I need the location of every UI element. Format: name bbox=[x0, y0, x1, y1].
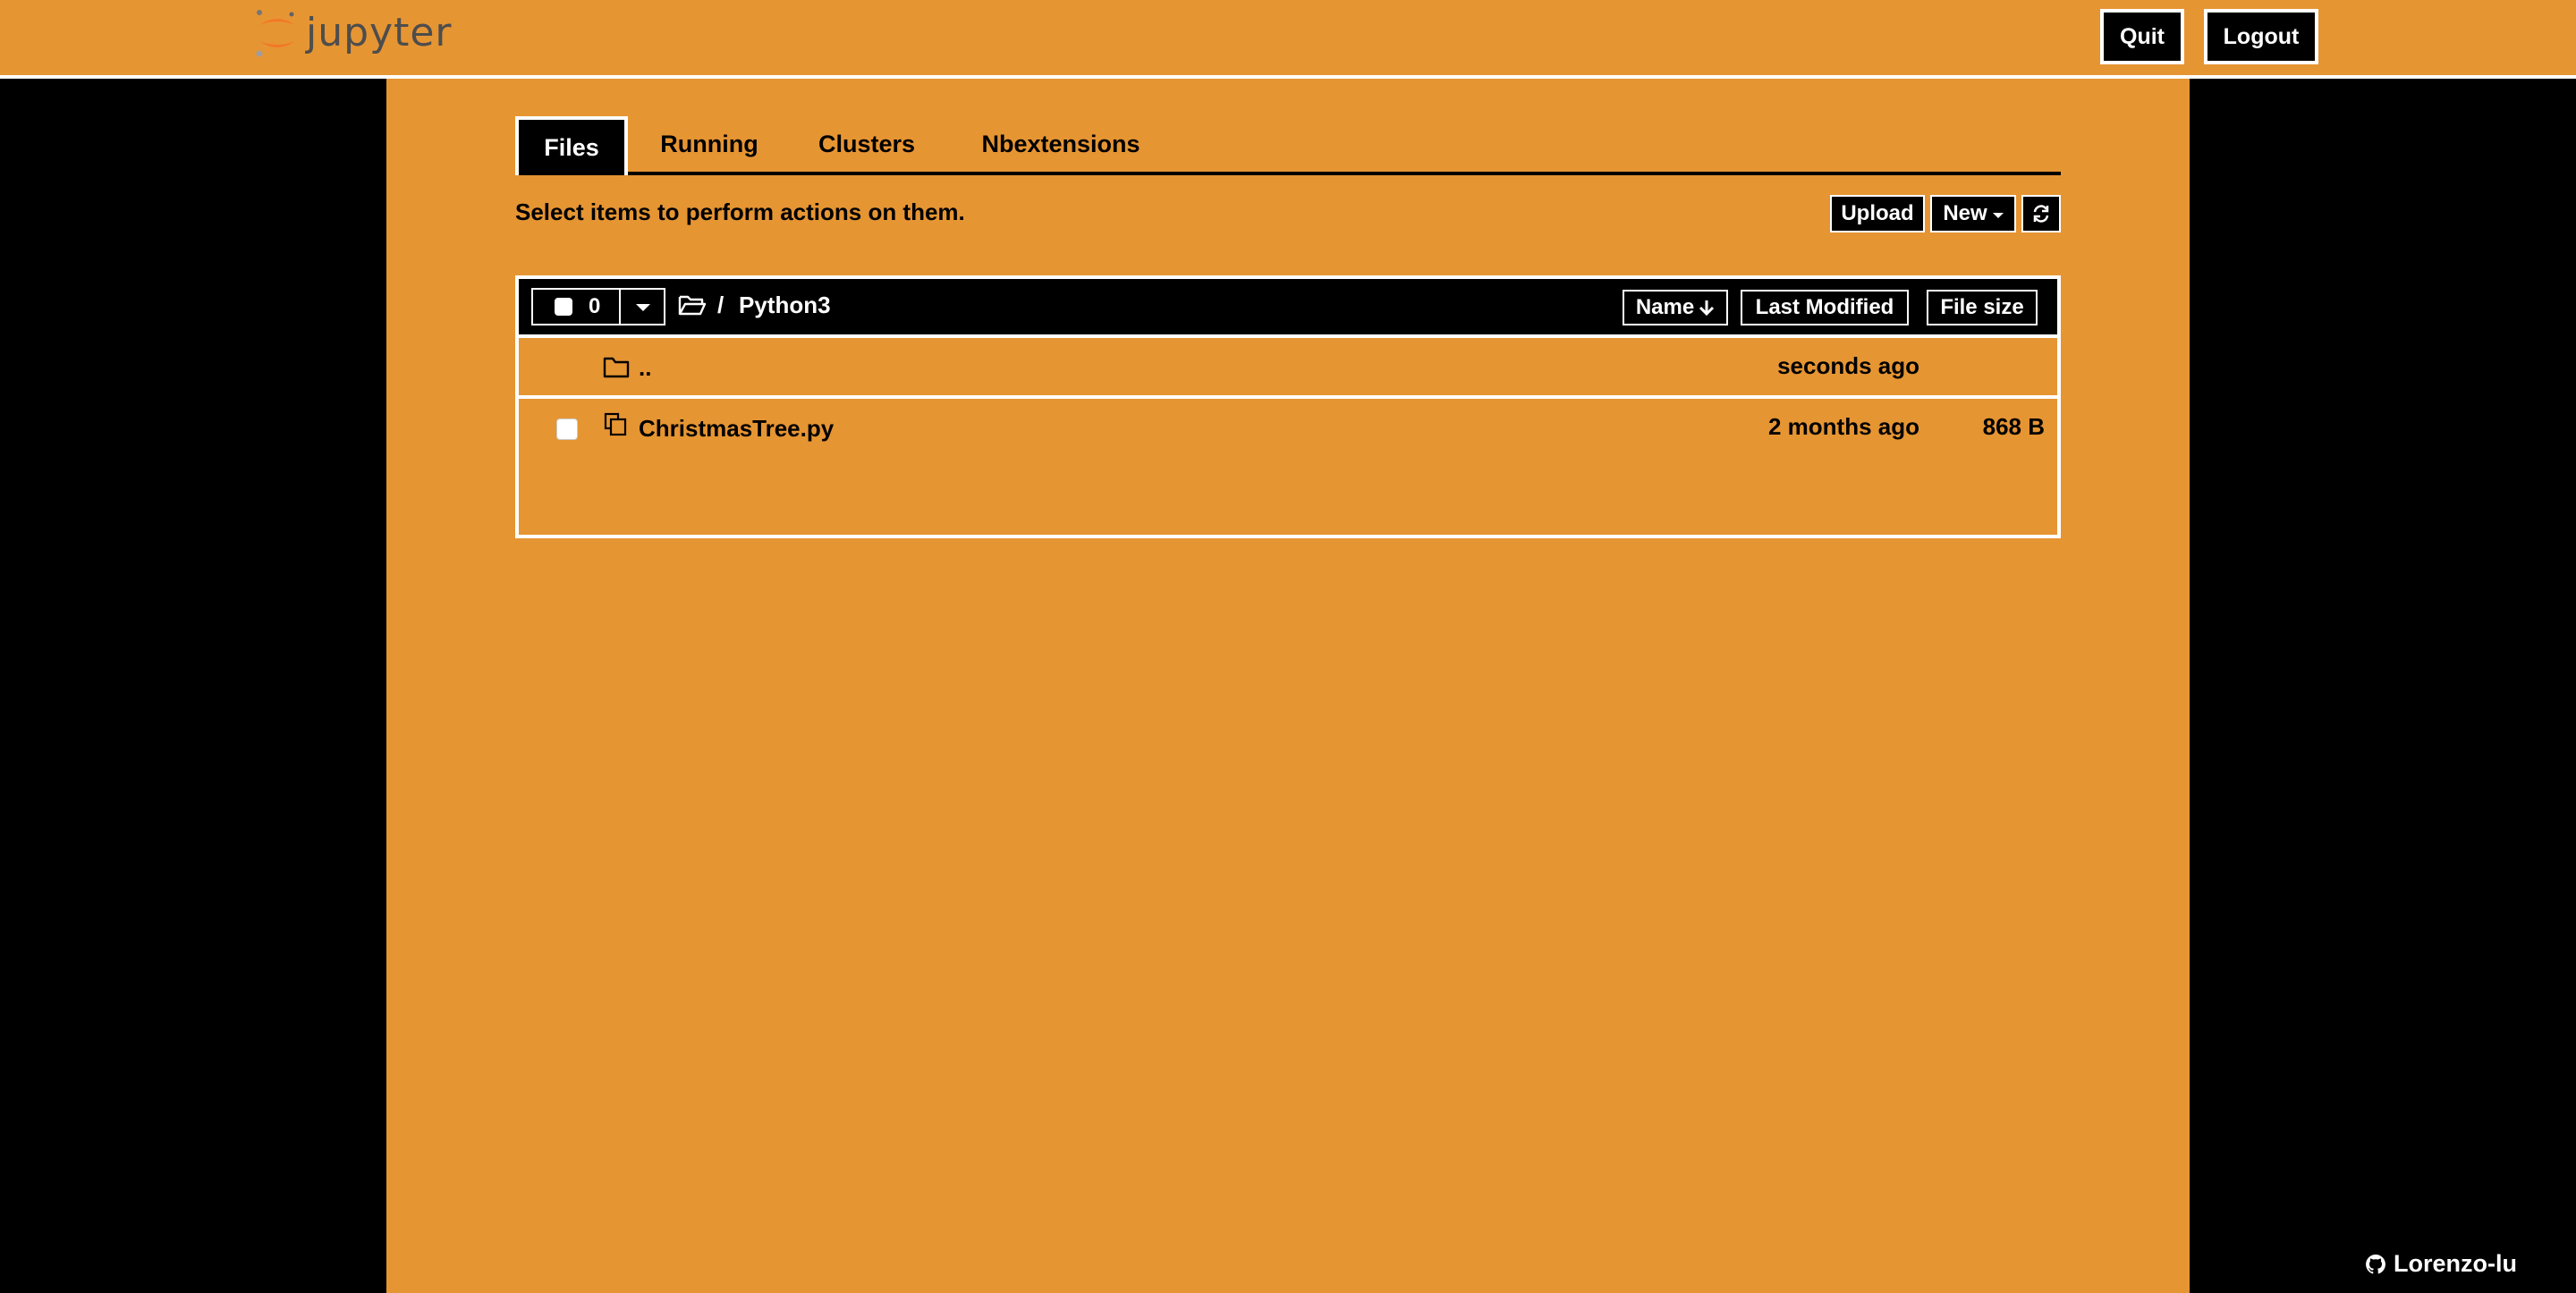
file-list: 0 / Python3 Name Last Modified File size bbox=[515, 275, 2061, 538]
selected-count: 0 bbox=[589, 294, 601, 318]
sort-name-label: Name bbox=[1635, 295, 1695, 319]
new-label: New bbox=[1943, 201, 1987, 225]
top-header: jupyter Quit Logout bbox=[0, 0, 2576, 79]
folder-icon bbox=[603, 357, 630, 378]
quit-button[interactable]: Quit bbox=[2100, 9, 2184, 64]
github-link[interactable]: Lorenzo-lu bbox=[2365, 1250, 2517, 1278]
refresh-icon bbox=[2033, 205, 2049, 223]
file-icon bbox=[604, 412, 627, 436]
item-name[interactable]: .. bbox=[639, 354, 651, 382]
tab-nbextensions[interactable]: Nbextensions bbox=[953, 116, 1168, 172]
chevron-down-icon[interactable] bbox=[636, 304, 650, 311]
item-checkbox[interactable] bbox=[556, 418, 578, 440]
tab-files[interactable]: Files bbox=[515, 116, 628, 175]
jupyter-logo[interactable]: jupyter bbox=[252, 5, 453, 59]
arrow-down-icon bbox=[1699, 300, 1715, 317]
divider bbox=[619, 290, 621, 324]
logout-button[interactable]: Logout bbox=[2204, 9, 2318, 64]
tab-clusters[interactable]: Clusters bbox=[800, 116, 934, 172]
select-all-checkbox[interactable] bbox=[555, 298, 572, 316]
sort-file-size-button[interactable]: File size bbox=[1927, 290, 2038, 325]
sort-last-modified-button[interactable]: Last Modified bbox=[1741, 290, 1909, 325]
main-panel: Files Running Clusters Nbextensions Sele… bbox=[386, 79, 2190, 1293]
item-name[interactable]: ChristmasTree.py bbox=[639, 415, 834, 443]
breadcrumb-separator: / bbox=[717, 292, 724, 318]
list-item[interactable]: ChristmasTree.py 2 months ago 868 B bbox=[519, 395, 2057, 454]
github-username: Lorenzo-lu bbox=[2394, 1250, 2517, 1277]
chevron-down-icon bbox=[1992, 213, 2004, 218]
tab-bar: Files Running Clusters Nbextensions bbox=[515, 116, 2061, 175]
jupyter-logo-icon bbox=[252, 5, 302, 59]
item-size: 868 B bbox=[1982, 413, 2045, 440]
select-all-control[interactable]: 0 bbox=[531, 288, 665, 325]
item-modified: 2 months ago bbox=[1767, 413, 1919, 440]
refresh-button[interactable] bbox=[2021, 195, 2061, 232]
file-list-header: 0 / Python3 Name Last Modified File size bbox=[519, 279, 2057, 334]
item-modified: seconds ago bbox=[1777, 352, 1919, 379]
github-icon bbox=[2366, 1254, 2385, 1273]
new-dropdown-button[interactable]: New bbox=[1930, 195, 2016, 232]
sort-name-button[interactable]: Name bbox=[1623, 290, 1728, 325]
tab-running[interactable]: Running bbox=[648, 116, 771, 172]
folder-open-icon[interactable] bbox=[678, 293, 707, 317]
list-item[interactable]: .. seconds ago bbox=[519, 334, 2057, 393]
breadcrumb-current-dir[interactable]: Python3 bbox=[739, 292, 831, 319]
upload-button[interactable]: Upload bbox=[1830, 195, 1925, 232]
selection-hint: Select items to perform actions on them. bbox=[515, 199, 965, 225]
jupyter-wordmark: jupyter bbox=[306, 9, 453, 55]
